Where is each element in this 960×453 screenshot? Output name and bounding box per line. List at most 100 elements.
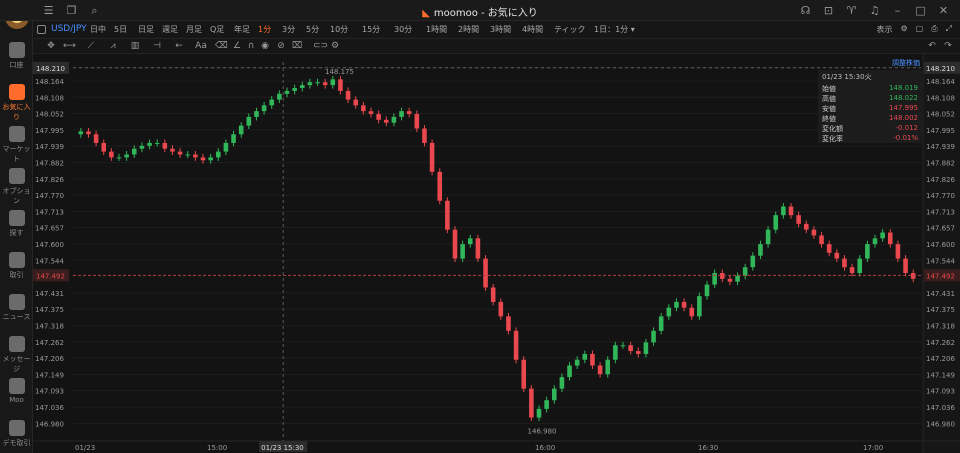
candle-body: [506, 316, 511, 331]
y-tick-label-left: 147.657: [35, 225, 64, 233]
sidebar-item-2[interactable]: マーケット: [0, 126, 33, 164]
arrow-tool-icon[interactable]: ←: [173, 41, 185, 51]
timeframe-tab[interactable]: 15分: [362, 24, 380, 35]
headset-icon[interactable]: ☊: [799, 4, 812, 17]
minimize-icon[interactable]: –: [891, 4, 904, 17]
sidebar-item-0[interactable]: 口座: [0, 42, 33, 70]
timeframe-tab[interactable]: 4時間: [522, 24, 543, 35]
timeframe-tab[interactable]: 5分: [306, 24, 319, 35]
timeframe-tab[interactable]: 月足: [186, 24, 202, 35]
candle-body: [193, 154, 198, 158]
maximize-icon[interactable]: □: [914, 4, 927, 17]
info-value: 148.022: [889, 94, 918, 102]
channel-tool-icon[interactable]: ⩘: [107, 41, 119, 51]
link-tool-icon[interactable]: ⊂⊃: [313, 41, 328, 51]
timeframe-tab[interactable]: 5日: [114, 24, 127, 35]
tool-settings-icon[interactable]: ⚙: [329, 41, 341, 51]
candle-body: [162, 142, 168, 149]
eraser-tool-icon[interactable]: ⌫: [215, 41, 228, 51]
delete-tool-icon[interactable]: ⊘: [275, 41, 287, 51]
undo-icon[interactable]: ↶: [926, 41, 938, 51]
y-tick-label-right: 147.318: [926, 323, 955, 331]
candle-body: [697, 296, 702, 317]
y-tick-label-left: 147.206: [35, 355, 64, 363]
y-tick-label-left: 148.108: [35, 94, 64, 102]
visibility-tool-icon[interactable]: ◉: [259, 41, 271, 51]
candle-body: [887, 232, 893, 245]
sidebar-item-3[interactable]: オプション: [0, 168, 33, 206]
timeframe-tab[interactable]: ティック: [554, 24, 586, 35]
magnet-tool-icon[interactable]: ∩: [245, 41, 257, 51]
info-value: 148.002: [889, 114, 918, 122]
x-tick-label: 16:00: [535, 444, 555, 452]
display-menu[interactable]: 表示: [876, 24, 892, 35]
bell-icon[interactable]: ♫: [868, 4, 881, 17]
candle-body: [498, 301, 504, 317]
sidebar-item-label: オプション: [2, 187, 31, 205]
candle-body: [750, 255, 756, 268]
sidebar-item-5[interactable]: 取引: [0, 252, 33, 280]
timeframe-tab[interactable]: 10分: [330, 24, 348, 35]
text-tool-icon[interactable]: Aa: [195, 41, 207, 51]
y-tick-label-right: 147.770: [926, 192, 955, 200]
candle-body: [635, 351, 641, 354]
measure-tool-icon[interactable]: ⊣: [151, 41, 163, 51]
trash-tool-icon[interactable]: ⌧: [291, 41, 303, 51]
close-icon[interactable]: ✕: [937, 4, 950, 17]
sidebar-item-7[interactable]: メッセージ: [0, 336, 33, 374]
candle-body: [86, 131, 91, 135]
sidebar-item-8[interactable]: Moo: [0, 378, 33, 404]
angle-tool-icon[interactable]: ∠: [231, 41, 243, 51]
panel-toggle-icon[interactable]: [37, 25, 46, 34]
line-tool-icon[interactable]: ⟷: [63, 41, 76, 51]
sidebar-item-label: ニュース: [2, 313, 31, 321]
sidebar-item-6[interactable]: ニュース: [0, 294, 33, 322]
timeframe-tab[interactable]: 1日：1分 ▾: [594, 24, 635, 35]
y-tick-label-left: 147.882: [35, 160, 64, 168]
camera-icon[interactable]: ⎙: [931, 24, 937, 35]
sidebar-item-1[interactable]: お気に入り: [0, 84, 33, 122]
symbol-label[interactable]: USD/JPY: [51, 24, 87, 34]
sidebar-item-4[interactable]: 探す: [0, 210, 33, 238]
settings-icon[interactable]: ⚙: [900, 24, 907, 35]
redo-icon[interactable]: ↷: [942, 41, 954, 51]
candle-body: [399, 111, 404, 117]
y-tick-label-right: 146.980: [926, 420, 955, 428]
timeframe-tab[interactable]: 1分: [258, 24, 271, 35]
candle-body: [368, 111, 374, 115]
info-label: 変化率: [822, 135, 843, 143]
adjust-price-button[interactable]: 調整株価: [892, 58, 920, 68]
candle-body: [529, 388, 534, 418]
timeframe-tab[interactable]: 週足: [162, 24, 178, 35]
timeframe-tab[interactable]: 日中: [90, 24, 106, 35]
lock-icon[interactable]: ⊡: [822, 4, 835, 17]
candle-body: [101, 142, 107, 152]
candle-body: [139, 145, 145, 149]
timeframe-tab[interactable]: 年足: [234, 24, 250, 35]
timeframe-tab[interactable]: 2時間: [458, 24, 479, 35]
fullscreen-icon[interactable]: ⤢: [946, 24, 952, 35]
timeframe-tab[interactable]: 3分: [282, 24, 295, 35]
candle-body: [208, 157, 213, 161]
trend-tool-icon[interactable]: ⟋: [85, 41, 97, 51]
layout-icon[interactable]: ▢: [916, 24, 924, 35]
candle-body: [292, 88, 297, 91]
timeframe-tab[interactable]: 30分: [394, 24, 412, 35]
timeframe-tab[interactable]: Q足: [210, 24, 224, 35]
candle-body: [483, 258, 488, 288]
y-tick-label-right: 147.544: [926, 257, 955, 265]
fib-tool-icon[interactable]: ▥: [129, 41, 141, 51]
candle-body: [345, 90, 351, 100]
timeframe-tab[interactable]: 日足: [138, 24, 154, 35]
candle-body: [727, 278, 733, 282]
shirt-icon[interactable]: ♈: [845, 4, 858, 17]
crosshair-tool-icon[interactable]: ✥: [45, 41, 57, 51]
sidebar-item-9[interactable]: デモ取引: [0, 420, 33, 448]
timeframe-tab[interactable]: 3時間: [490, 24, 511, 35]
candle-body: [78, 131, 84, 135]
y-tick-label-right: 147.036: [926, 404, 955, 412]
info-row: 始値 148.019: [822, 84, 918, 94]
candle-body: [238, 125, 244, 135]
candle-body: [773, 215, 779, 230]
timeframe-tab[interactable]: 1時間: [426, 24, 447, 35]
